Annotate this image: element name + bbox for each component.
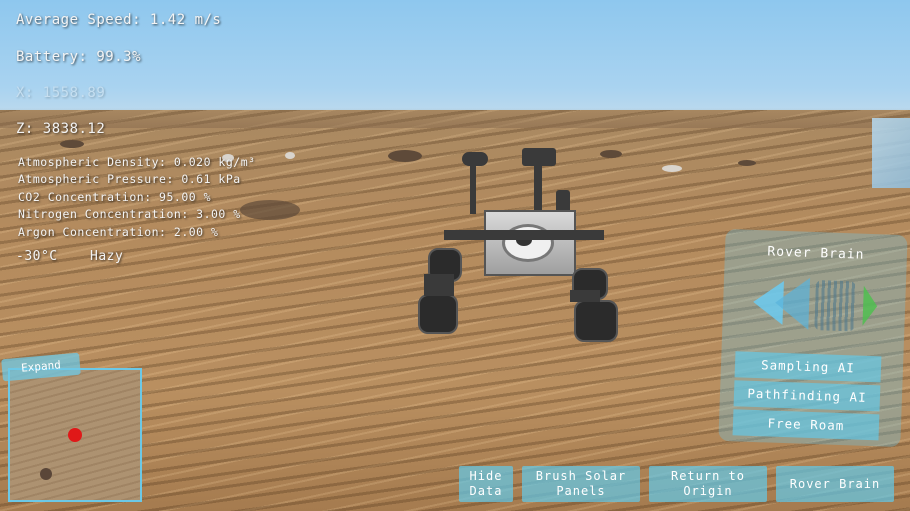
brush-solar-panels-label: Brush Solar Panels bbox=[535, 469, 627, 498]
rover-wheel bbox=[574, 300, 618, 342]
rock bbox=[662, 165, 682, 172]
rover-brain-label: Rover Brain bbox=[789, 476, 881, 491]
temperature: -30°C bbox=[16, 249, 58, 264]
weather-status: Hazy bbox=[90, 249, 124, 264]
rock bbox=[285, 152, 295, 159]
sampling-ai-button[interactable]: Sampling AI bbox=[734, 351, 882, 383]
rover-arm-head bbox=[462, 152, 488, 166]
rock bbox=[240, 200, 300, 220]
rover-brain-selector bbox=[752, 272, 884, 337]
rover-arm bbox=[470, 166, 476, 214]
average-speed: Average Speed: 1.42 m/s bbox=[16, 12, 222, 28]
rover-preview-icon bbox=[814, 280, 856, 332]
return-to-origin-label: Return to Origin bbox=[670, 469, 746, 498]
right-arrow-icon[interactable] bbox=[862, 285, 878, 327]
x-coordinate: X: 1558.89 bbox=[16, 85, 106, 101]
co2-concentration: CO2 Concentration: 95.00 % bbox=[18, 190, 212, 204]
ice-block bbox=[872, 118, 910, 188]
minimap-rock bbox=[40, 468, 52, 480]
rover-brain-title: Rover Brain bbox=[767, 244, 865, 263]
hide-data-button[interactable]: Hide Data bbox=[459, 466, 513, 502]
brush-solar-panels-button[interactable]: Brush Solar Panels bbox=[522, 466, 640, 502]
mars-rover bbox=[410, 140, 620, 342]
rock bbox=[738, 160, 756, 166]
nitrogen-concentration: Nitrogen Concentration: 3.00 % bbox=[18, 207, 241, 221]
rover-suspension bbox=[424, 274, 454, 296]
rover-position-marker bbox=[68, 428, 82, 442]
z-coordinate: Z: 3838.12 bbox=[16, 121, 106, 137]
rover-mast-camera bbox=[522, 148, 556, 166]
argon-concentration: Argon Concentration: 2.00 % bbox=[18, 225, 219, 239]
rover-brain-panel: Rover Brain Sampling AI Pathfinding AI F… bbox=[718, 228, 908, 448]
atmospheric-density: Atmospheric Density: 0.020 kg/m³ bbox=[18, 155, 256, 169]
horizon-ridge bbox=[0, 108, 910, 128]
rover-brain-button[interactable]: Rover Brain bbox=[776, 466, 894, 502]
left-arrow-icon bbox=[774, 276, 811, 330]
hide-data-label: Hide Data bbox=[469, 469, 503, 498]
return-to-origin-button[interactable]: Return to Origin bbox=[649, 466, 767, 502]
rover-mast bbox=[534, 166, 542, 216]
rover-wheel bbox=[418, 294, 458, 334]
rover-suspension bbox=[570, 290, 600, 302]
rock bbox=[60, 140, 84, 148]
minimap[interactable] bbox=[8, 368, 142, 502]
rover-axle bbox=[444, 230, 604, 240]
pathfinding-ai-button[interactable]: Pathfinding AI bbox=[733, 380, 881, 412]
atmospheric-pressure: Atmospheric Pressure: 0.61 kPa bbox=[18, 172, 241, 186]
free-roam-button[interactable]: Free Roam bbox=[732, 409, 880, 441]
battery-level: Battery: 99.3% bbox=[16, 49, 142, 65]
